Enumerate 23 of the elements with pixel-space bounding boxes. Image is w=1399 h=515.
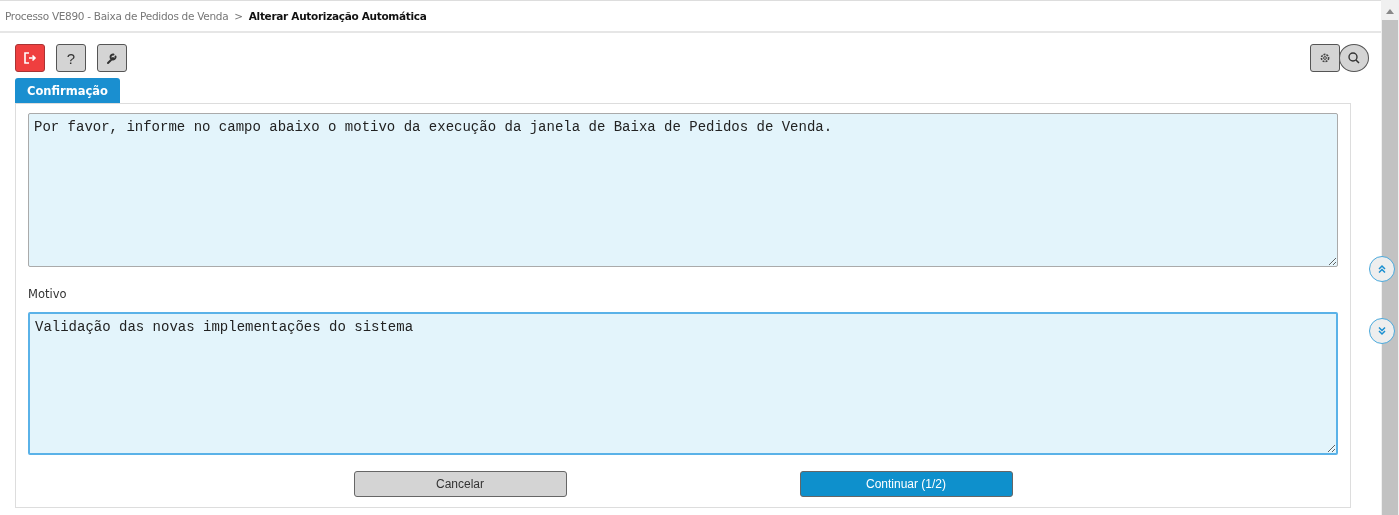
search-icon (1347, 51, 1361, 65)
message-field[interactable]: Por favor, informe no campo abaixo o motivo da execução da janela de Baixa de Pedidos de Venda. (28, 113, 1338, 267)
search-button[interactable] (1339, 44, 1369, 72)
settings-button[interactable] (1310, 44, 1340, 72)
tools-button[interactable] (97, 44, 127, 72)
scroll-up-arrow-icon (1386, 8, 1394, 14)
scroll-up-button[interactable] (1369, 256, 1395, 282)
settings-icon (1319, 52, 1331, 64)
cancel-button[interactable]: Cancelar (353, 471, 567, 497)
wrench-icon (105, 51, 119, 65)
double-chevron-down-icon (1377, 326, 1387, 336)
double-chevron-up-icon (1377, 264, 1387, 274)
breadcrumb-current: Alterar Autorização Automática (248, 10, 427, 22)
continue-button[interactable]: Continuar (1/2) (799, 471, 1013, 497)
scroll-down-button[interactable] (1369, 318, 1395, 344)
reason-field[interactable]: Validação das novas implementações do sistema (28, 312, 1338, 455)
field-label: Motivo (28, 287, 68, 301)
exit-button[interactable] (15, 44, 45, 72)
breadcrumb-link[interactable]: Processo VE890 - Baixa de Pedidos de Venda (5, 10, 229, 22)
tab[interactable]: Confirmação (15, 78, 120, 103)
help-button[interactable]: ? (56, 44, 86, 72)
exit-icon (23, 51, 37, 65)
breadcrumb-separator: > (234, 10, 243, 22)
